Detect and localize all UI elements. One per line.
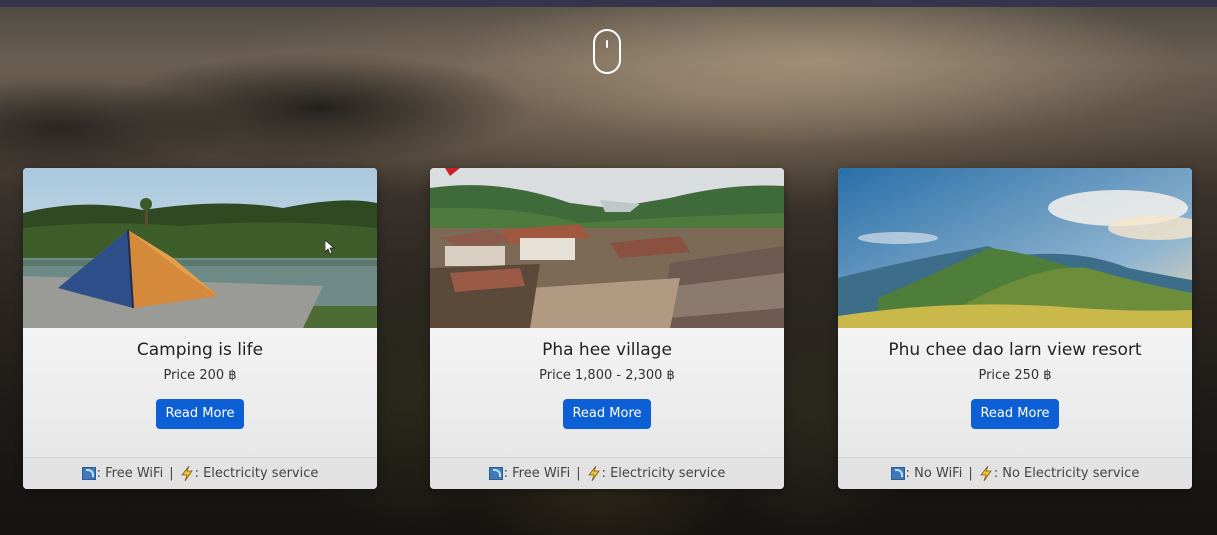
card-title: Phu chee dao larn view resort bbox=[888, 340, 1142, 360]
card-image-tent bbox=[23, 168, 377, 328]
amenity-separator: | bbox=[968, 466, 973, 481]
wifi-icon bbox=[81, 467, 96, 480]
wifi-status: : No WiFi bbox=[905, 466, 963, 481]
card-amenities: : Free WiFi | : Electricity service bbox=[23, 457, 377, 489]
card-amenities: : Free WiFi | : Electricity service bbox=[430, 457, 784, 489]
card-image-mountain bbox=[838, 168, 1192, 328]
card-price: Price 1,800 - 2,300 ฿ bbox=[539, 368, 675, 383]
top-bar bbox=[0, 0, 1217, 7]
wifi-status: : Free WiFi bbox=[503, 466, 571, 481]
read-more-button[interactable]: Read More bbox=[156, 399, 244, 429]
card-amenities: : No WiFi | : No Electricity service bbox=[838, 457, 1192, 489]
read-more-button[interactable]: Read More bbox=[971, 399, 1059, 429]
lightning-bolt-icon bbox=[180, 466, 193, 481]
lightning-bolt-icon bbox=[587, 466, 600, 481]
amenity-separator: | bbox=[576, 466, 581, 481]
mouse-cursor-icon bbox=[325, 240, 335, 255]
card-pha-hee: Pha hee village Price 1,800 - 2,300 ฿ Re… bbox=[430, 168, 784, 489]
page: Camping is life Price 200 ฿ Read More : … bbox=[0, 0, 1217, 535]
card-title: Camping is life bbox=[136, 340, 264, 360]
scroll-wheel bbox=[606, 40, 608, 48]
electricity-status: : Electricity service bbox=[601, 466, 726, 481]
wifi-icon bbox=[488, 467, 503, 480]
read-more-button[interactable]: Read More bbox=[563, 399, 651, 429]
card-title: Pha hee village bbox=[542, 340, 672, 360]
wifi-status: : Free WiFi bbox=[96, 466, 164, 481]
card-camping: Camping is life Price 200 ฿ Read More : … bbox=[23, 168, 377, 489]
mouse-scroll-icon[interactable] bbox=[593, 29, 621, 74]
amenity-separator: | bbox=[169, 466, 174, 481]
card-image-village bbox=[430, 168, 784, 328]
wifi-icon bbox=[890, 467, 905, 480]
electricity-status: : Electricity service bbox=[194, 466, 319, 481]
electricity-status: : No Electricity service bbox=[993, 466, 1140, 481]
card-price: Price 250 ฿ bbox=[978, 368, 1052, 383]
card-price: Price 200 ฿ bbox=[163, 368, 237, 383]
lightning-bolt-icon bbox=[979, 466, 992, 481]
card-phu-chee-dao: Phu chee dao larn view resort Price 250 … bbox=[838, 168, 1192, 489]
